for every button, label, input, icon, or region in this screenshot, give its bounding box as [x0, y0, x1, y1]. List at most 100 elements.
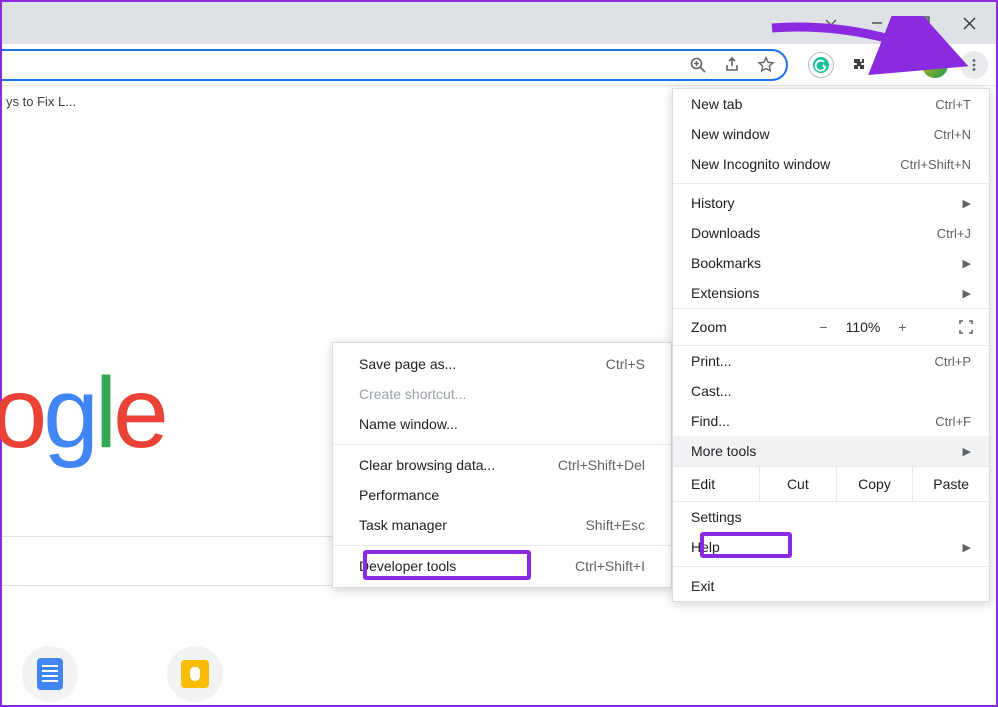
zoom-icon[interactable]	[688, 55, 708, 75]
submenu-clear-browsing-data[interactable]: Clear browsing data... Ctrl+Shift+Del	[333, 450, 671, 480]
shortcut: Ctrl+T	[935, 97, 971, 112]
separator	[673, 183, 989, 184]
shortcut: Ctrl+P	[935, 354, 971, 369]
menu-new-window[interactable]: New window Ctrl+N	[673, 119, 989, 149]
label: New tab	[691, 96, 742, 112]
submenu-developer-tools[interactable]: Developer tools Ctrl+Shift+I	[333, 551, 671, 581]
close-button[interactable]	[946, 2, 992, 44]
menu-settings[interactable]: Settings	[673, 502, 989, 532]
submenu-create-shortcut[interactable]: Create shortcut...	[333, 379, 671, 409]
tab-dropdown-icon[interactable]	[808, 2, 854, 44]
edit-cut[interactable]: Cut	[759, 467, 836, 501]
label: Help	[691, 539, 720, 555]
logo-e: e	[113, 357, 165, 469]
separator	[333, 444, 671, 445]
google-logo: oogle	[0, 356, 165, 471]
shortcut: Shift+Esc	[585, 517, 645, 533]
label: Name window...	[359, 416, 458, 432]
label: Create shortcut...	[359, 386, 466, 402]
profile-avatar[interactable]	[922, 52, 948, 78]
chrome-window: ys to Fix L... oogle New tab Ctrl+T New w…	[0, 0, 998, 707]
shortcut: Ctrl+N	[934, 127, 971, 142]
submenu-name-window[interactable]: Name window...	[333, 409, 671, 439]
submenu-task-manager[interactable]: Task manager Shift+Esc	[333, 510, 671, 540]
menu-extensions[interactable]: Extensions ▶	[673, 278, 989, 308]
chevron-right-icon: ▶	[963, 287, 971, 300]
menu-edit: Edit Cut Copy Paste	[673, 466, 989, 502]
shortcut: Ctrl+F	[935, 414, 971, 429]
omnibox[interactable]	[2, 49, 788, 81]
fullscreen-button[interactable]	[943, 319, 989, 335]
more-tools-submenu: Save page as... Ctrl+S Create shortcut...…	[332, 342, 672, 588]
chevron-right-icon: ▶	[963, 197, 971, 210]
submenu-save-page[interactable]: Save page as... Ctrl+S	[333, 349, 671, 379]
label: Performance	[359, 487, 439, 503]
menu-cast[interactable]: Cast...	[673, 376, 989, 406]
menu-zoom: Zoom − 110% +	[673, 308, 989, 346]
menu-exit[interactable]: Exit	[673, 571, 989, 601]
label: Print...	[691, 353, 731, 369]
toolbar-right	[808, 44, 988, 86]
side-panel-icon[interactable]	[884, 52, 910, 78]
label: Find...	[691, 413, 730, 429]
maximize-button[interactable]	[900, 2, 946, 44]
label: Exit	[691, 578, 714, 594]
label: Task manager	[359, 517, 447, 533]
menu-more-tools[interactable]: More tools ▶	[673, 436, 989, 466]
menu-print[interactable]: Print... Ctrl+P	[673, 346, 989, 376]
share-icon[interactable]	[722, 55, 742, 75]
label: History	[691, 195, 735, 211]
separator	[673, 566, 989, 567]
shortcut-docs[interactable]	[22, 646, 78, 702]
keep-icon	[181, 660, 209, 688]
label: Clear browsing data...	[359, 457, 495, 473]
docs-icon	[37, 658, 63, 690]
grammarly-icon[interactable]	[808, 52, 834, 78]
shortcut: Ctrl+J	[937, 226, 971, 241]
minimize-button[interactable]	[854, 2, 900, 44]
menu-help[interactable]: Help ▶	[673, 532, 989, 562]
zoom-in-button[interactable]: +	[898, 319, 906, 335]
menu-downloads[interactable]: Downloads Ctrl+J	[673, 218, 989, 248]
shortcut: Ctrl+S	[606, 356, 645, 372]
label: Extensions	[691, 285, 759, 301]
menu-bookmarks[interactable]: Bookmarks ▶	[673, 248, 989, 278]
shortcut: Ctrl+Shift+Del	[558, 457, 645, 473]
menu-incognito[interactable]: New Incognito window Ctrl+Shift+N	[673, 149, 989, 179]
label: Cast...	[691, 383, 731, 399]
chevron-right-icon: ▶	[963, 541, 971, 554]
label: New Incognito window	[691, 156, 830, 172]
label: Bookmarks	[691, 255, 761, 271]
edit-paste[interactable]: Paste	[912, 467, 989, 501]
menu-find[interactable]: Find... Ctrl+F	[673, 406, 989, 436]
star-icon[interactable]	[756, 55, 776, 75]
logo-o2: o	[0, 357, 43, 469]
kebab-menu-icon[interactable]	[960, 51, 988, 79]
titlebar	[2, 2, 996, 44]
bookmark-item[interactable]: ys to Fix L...	[6, 94, 76, 109]
menu-new-tab[interactable]: New tab Ctrl+T	[673, 89, 989, 119]
edit-copy[interactable]: Copy	[836, 467, 913, 501]
label: Settings	[691, 509, 742, 525]
zoom-out-button[interactable]: −	[819, 319, 827, 335]
label: New window	[691, 126, 770, 142]
label: Zoom	[673, 319, 783, 335]
shortcut: Ctrl+Shift+I	[575, 558, 645, 574]
chevron-right-icon: ▶	[963, 445, 971, 458]
submenu-performance[interactable]: Performance	[333, 480, 671, 510]
shortcut: Ctrl+Shift+N	[900, 157, 971, 172]
shortcut-keep[interactable]	[167, 646, 223, 702]
label: Downloads	[691, 225, 760, 241]
logo-l: l	[95, 357, 113, 469]
label: Developer tools	[359, 558, 456, 574]
menu-history[interactable]: History ▶	[673, 188, 989, 218]
zoom-value: 110%	[846, 319, 881, 335]
chevron-right-icon: ▶	[963, 257, 971, 270]
chrome-menu: New tab Ctrl+T New window Ctrl+N New Incog…	[672, 88, 990, 602]
label: Edit	[673, 476, 759, 492]
extensions-icon[interactable]	[846, 52, 872, 78]
separator	[333, 545, 671, 546]
logo-g2: g	[43, 357, 95, 469]
label: More tools	[691, 443, 756, 459]
label: Save page as...	[359, 356, 456, 372]
